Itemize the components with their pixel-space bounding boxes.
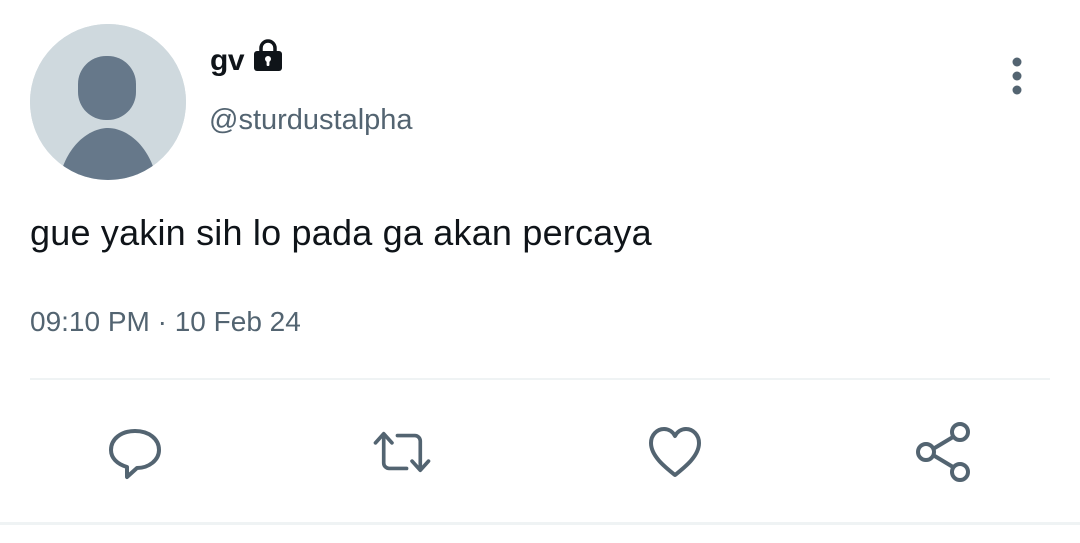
comment-icon — [109, 429, 161, 479]
avatar[interactable] — [30, 24, 186, 180]
user-handle[interactable]: @sturdustalpha — [209, 104, 413, 137]
tweet-timestamp[interactable]: 09:10 PM · 10 Feb 24 — [30, 306, 301, 338]
bottom-divider — [0, 522, 1080, 525]
tweet-text: gue yakin sih lo pada ga akan percaya — [30, 212, 652, 253]
more-vertical-icon — [1012, 57, 1022, 95]
share-icon — [916, 422, 970, 482]
retweet-icon — [373, 431, 431, 473]
more-options-button[interactable] — [1000, 54, 1034, 98]
like-button[interactable] — [643, 420, 707, 484]
reply-button[interactable] — [103, 420, 167, 484]
divider — [30, 378, 1050, 380]
tweet-card: gv @sturdustalpha gue yakin sih lo pada … — [0, 0, 1080, 543]
share-button[interactable] — [912, 420, 976, 484]
default-avatar-icon — [30, 24, 186, 180]
heart-icon — [649, 427, 701, 477]
display-name[interactable]: gv — [210, 44, 245, 78]
retweet-button[interactable] — [370, 420, 434, 484]
lock-icon — [254, 39, 282, 71]
